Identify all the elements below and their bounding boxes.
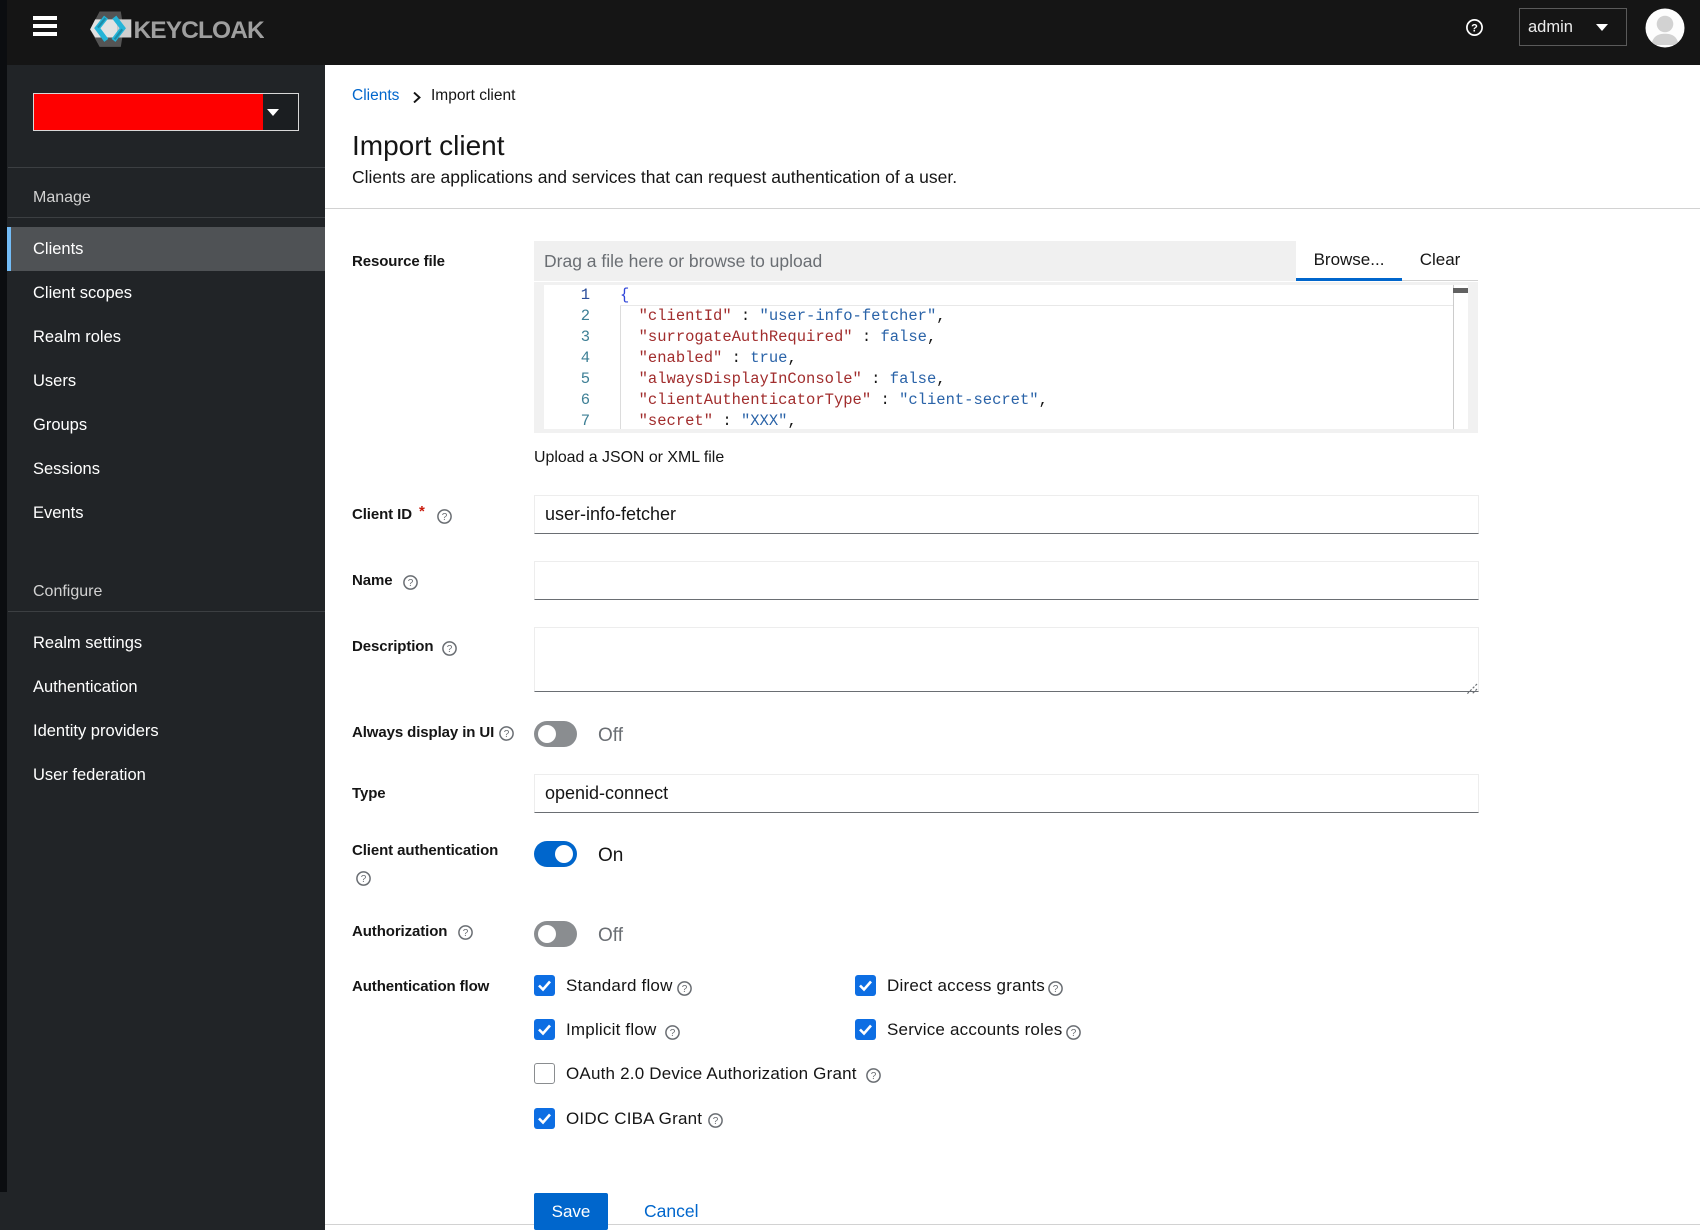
svg-text:KEYCLOAK: KEYCLOAK — [134, 17, 265, 44]
svg-text:?: ? — [447, 644, 453, 655]
svg-text:?: ? — [442, 512, 448, 523]
svg-text:?: ? — [463, 928, 469, 939]
svg-text:?: ? — [361, 874, 367, 885]
svg-text:?: ? — [408, 578, 414, 589]
svg-text:?: ? — [1071, 1028, 1077, 1039]
svg-text:?: ? — [1053, 984, 1059, 995]
svg-text:?: ? — [670, 1028, 676, 1039]
svg-text:?: ? — [1471, 23, 1478, 35]
svg-text:?: ? — [504, 729, 510, 740]
svg-text:?: ? — [871, 1071, 877, 1082]
svg-text:?: ? — [682, 984, 688, 995]
svg-text:?: ? — [713, 1116, 719, 1127]
